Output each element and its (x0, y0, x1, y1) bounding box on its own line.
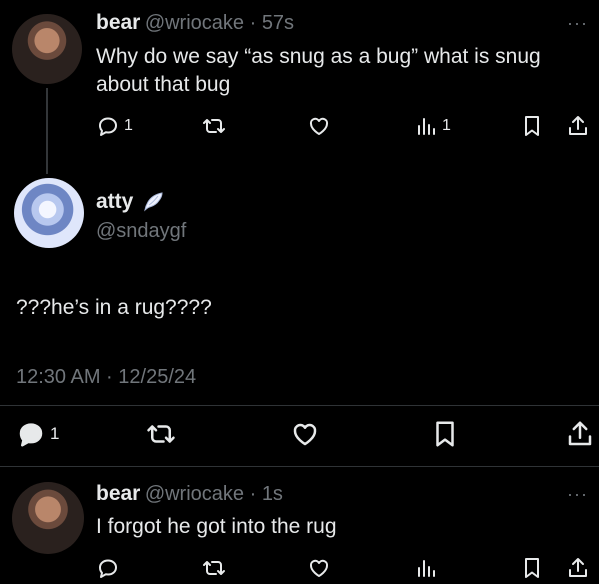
like-icon (309, 117, 329, 135)
author-name[interactable]: bear (96, 482, 140, 505)
more-icon[interactable]: ··· (567, 484, 588, 505)
reply-button[interactable]: 1 (16, 419, 59, 449)
retweet-button[interactable] (202, 114, 226, 138)
retweet-button[interactable] (202, 556, 226, 580)
retweet-icon (147, 425, 175, 443)
author-handle[interactable]: @wriocake (145, 483, 244, 505)
bookmark-icon (525, 558, 539, 578)
share-button[interactable] (566, 114, 590, 138)
divider (0, 466, 599, 467)
retweet-icon (203, 119, 225, 133)
thread-line (46, 88, 48, 174)
share-button[interactable] (566, 556, 590, 580)
share-icon (568, 421, 592, 446)
like-button[interactable] (307, 114, 331, 138)
reply-count: 1 (124, 117, 133, 134)
like-button[interactable] (307, 556, 331, 580)
tweet-time[interactable]: 57s (262, 12, 294, 34)
tweet1-header: bear @wriocake · 57s (96, 11, 294, 35)
retweet-button[interactable] (146, 419, 176, 449)
tweet-time[interactable]: 1s (262, 483, 283, 505)
reply-icon (99, 117, 117, 136)
author-name[interactable]: atty (96, 190, 133, 214)
separator-dot: · (244, 12, 262, 34)
tweet2-header: bear @wriocake · 1s (96, 482, 283, 506)
reply-count: 1 (50, 424, 60, 443)
like-icon (293, 423, 317, 446)
share-button[interactable] (565, 419, 595, 449)
bookmark-button[interactable] (430, 419, 460, 449)
bookmark-button[interactable] (520, 556, 544, 580)
bookmark-icon (436, 421, 454, 447)
reply-icon (19, 423, 43, 447)
author-handle[interactable]: @wriocake (145, 12, 244, 34)
tweet-text: ???he’s in a rug???? (16, 296, 212, 319)
views-button[interactable] (414, 556, 438, 580)
bookmark-icon (525, 116, 539, 136)
like-button[interactable] (290, 419, 320, 449)
bookmark-button[interactable] (520, 114, 544, 138)
retweet-icon (203, 561, 225, 575)
reply-button[interactable]: 1 (96, 114, 133, 138)
avatar[interactable] (12, 482, 84, 554)
views-button[interactable]: 1 (414, 114, 451, 138)
author-handle[interactable]: @sndaygf (96, 220, 186, 243)
tweet-timestamp[interactable]: 12:30 AM · 12/25/24 (16, 366, 196, 389)
share-icon (569, 558, 587, 577)
more-icon[interactable]: ··· (567, 13, 588, 34)
share-icon (569, 116, 587, 135)
separator-dot: · (244, 483, 262, 505)
angel-wing-icon (144, 192, 163, 212)
reply-button[interactable] (96, 556, 120, 580)
like-icon (309, 559, 329, 577)
views-icon (418, 118, 435, 135)
views-icon (418, 560, 435, 577)
reply-icon (99, 559, 117, 578)
avatar[interactable] (12, 14, 82, 84)
views-count: 1 (442, 117, 451, 134)
tweet-text: I forgot he got into the rug (96, 515, 337, 538)
avatar[interactable] (14, 178, 84, 248)
divider (0, 405, 599, 406)
author-row: atty (96, 190, 165, 214)
tweet-text: Why do we say “as snug as a bug” what is… (96, 45, 541, 96)
author-name[interactable]: bear (96, 11, 140, 34)
